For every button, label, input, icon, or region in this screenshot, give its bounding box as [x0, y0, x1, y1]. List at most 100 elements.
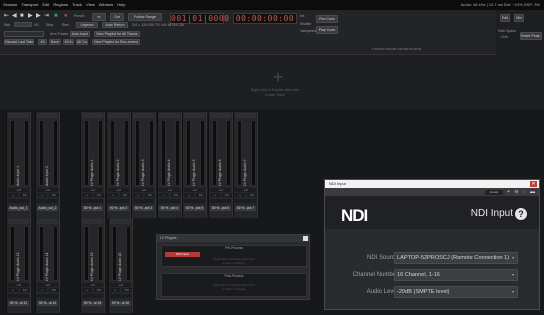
add-plugin-button[interactable]: + — [184, 193, 194, 197]
follow-range-button[interactable]: Follow Range — [128, 13, 162, 21]
channel-number-select[interactable]: 16 Channel, 1-16 ▾ — [394, 269, 518, 281]
pan-control[interactable] — [82, 294, 103, 298]
add-plugin-button[interactable]: + — [82, 288, 92, 292]
arm-none-button[interactable]: None — [49, 39, 61, 45]
fast-forward-icon[interactable]: ▶ — [36, 13, 42, 19]
mini-timeline[interactable]: 1:00:000 2:00:000 3:00:000 00:00:00 — [372, 47, 496, 53]
add-plugin-button[interactable]: + — [159, 193, 169, 197]
fx-button[interactable]: FX — [196, 193, 206, 197]
goto-start-icon[interactable]: ⇤ — [4, 13, 10, 19]
fx-button[interactable]: FX — [49, 288, 59, 292]
menu-regions[interactable]: Regions — [53, 2, 68, 7]
fx-button[interactable]: FX — [94, 193, 104, 197]
ndi-close-icon[interactable]: ✕ — [530, 181, 537, 187]
new-playlist-rec-button[interactable]: New Playlist for Rec-armed — [92, 39, 140, 45]
pan-control[interactable] — [8, 294, 29, 298]
punch-in-button[interactable]: In — [92, 13, 106, 21]
menu-session[interactable]: Session — [3, 2, 17, 7]
post-process-section[interactable]: Post-Process Right click or Double-click… — [161, 273, 307, 297]
menu-edit[interactable]: Edit — [42, 2, 49, 7]
editor-button[interactable]: Edit — [500, 14, 510, 22]
fx-button[interactable]: FX — [20, 288, 30, 292]
add-plugin-button[interactable]: + — [133, 193, 143, 197]
record-icon[interactable]: ● — [64, 13, 70, 19]
fx-button[interactable]: FX — [94, 288, 104, 292]
rec-cues-button[interactable]: Rec Cues — [316, 15, 338, 23]
add-plugin-button[interactable]: + — [37, 193, 47, 197]
save-preset-icon[interactable]: ▬ — [530, 190, 535, 195]
all-in-button[interactable]: All In — [63, 39, 74, 45]
output-button[interactable]: 50 %...put 6 — [210, 206, 231, 211]
pan-control[interactable] — [37, 199, 58, 203]
menu-view[interactable]: View — [86, 2, 95, 7]
fx-button[interactable]: FX — [171, 193, 181, 197]
secondary-clock[interactable]: 00:00:00:00 — [233, 13, 297, 24]
goto-end-icon[interactable]: ⇥ — [44, 13, 50, 19]
layered-button[interactable]: Layered — [76, 22, 98, 28]
menu-help[interactable]: Help — [117, 2, 125, 7]
output-button[interactable]: Audio_out_2 — [37, 206, 58, 211]
output-button[interactable]: 50 %...ut 15 — [82, 301, 103, 306]
add-plugin-button[interactable]: + — [210, 193, 220, 197]
output-button[interactable]: 50 %...put 2 — [108, 206, 129, 211]
fx-button[interactable]: FX — [247, 193, 257, 197]
menu-window[interactable]: Window — [99, 2, 113, 7]
add-plugin-button[interactable]: + — [82, 193, 92, 197]
fx-button[interactable]: FX — [122, 288, 132, 292]
output-button[interactable]: Audio_out_1 — [8, 206, 29, 211]
punch-out-button[interactable]: Out — [110, 13, 124, 21]
add-plugin-button[interactable]: + — [110, 288, 120, 292]
play-icon[interactable]: ▶ — [28, 13, 34, 19]
pan-control[interactable] — [235, 199, 256, 203]
add-plugin-button[interactable]: + — [235, 193, 245, 197]
fx-button[interactable]: FX — [120, 193, 130, 197]
help-icon[interactable]: ? — [515, 208, 527, 220]
mixer-button[interactable]: Mix — [514, 14, 524, 22]
meter-tempo-line[interactable]: 1/4 = 120.000 TS: 4/4 INT/M-Clk — [132, 23, 184, 27]
stop-icon[interactable]: ■ — [20, 13, 26, 19]
discard-last-take-button[interactable]: Discard Last Take — [4, 39, 34, 45]
fx-button[interactable]: FX — [20, 193, 30, 197]
shuttle-speed[interactable] — [4, 31, 44, 37]
pan-control[interactable] — [110, 294, 131, 298]
add-plugin-button[interactable]: + — [108, 193, 118, 197]
auto-input-button[interactable]: Auto Input — [70, 31, 90, 37]
ndi-preset-selector[interactable]: (none) — [485, 190, 503, 195]
pan-control[interactable] — [210, 199, 231, 203]
pan-control[interactable] — [133, 199, 154, 203]
loop-icon[interactable]: ■ — [54, 13, 60, 19]
audio-level-select[interactable]: -20dB (SMPTE level) ▾ — [394, 286, 518, 298]
auto-return-button[interactable]: Auto Return — [102, 22, 128, 28]
pan-control[interactable] — [8, 199, 29, 203]
add-plugin-button[interactable]: + — [8, 193, 18, 197]
pan-control[interactable] — [82, 199, 103, 203]
add-preset-icon[interactable]: + — [506, 190, 511, 195]
shuttle-slider[interactable] — [14, 22, 32, 27]
output-button[interactable]: 50 %...put 3 — [133, 206, 154, 211]
output-button[interactable]: 50 %...put 4 — [159, 206, 180, 211]
pre-process-section[interactable]: Pre-Process NDI Input Right click or Dou… — [161, 245, 307, 267]
play-cues-button[interactable]: Play Cues — [316, 26, 338, 34]
menu-track[interactable]: Track — [72, 2, 82, 7]
pan-control[interactable] — [108, 199, 129, 203]
pan-control[interactable] — [37, 294, 58, 298]
add-plugin-button[interactable]: + — [37, 288, 47, 292]
output-button[interactable]: 50 %...ut 16 — [110, 301, 131, 306]
delete-preset-icon[interactable]: ⊖ — [514, 190, 519, 195]
fx-button[interactable]: FX — [49, 193, 59, 197]
pan-control[interactable] — [159, 199, 180, 203]
pan-control[interactable] — [184, 199, 205, 203]
lv-plugins-close-button[interactable] — [303, 236, 308, 241]
add-plugin-button[interactable]: + — [8, 288, 18, 292]
ndi-window-titlebar[interactable]: NDI Input — [325, 180, 539, 188]
fx-button[interactable]: FX — [145, 193, 155, 197]
ndi-source-select[interactable]: LAPTOP-52PROSCJ (Remote Connection 1) ▾ — [394, 252, 518, 264]
output-button[interactable]: 50 %...put 1 — [82, 206, 103, 211]
arm-all-button[interactable]: All — [38, 39, 47, 45]
output-button[interactable]: 50 %...ut 12 — [8, 301, 29, 306]
output-button[interactable]: 50 %...put 7 — [235, 206, 256, 211]
menu-transport[interactable]: Transport — [21, 2, 38, 7]
reset-preset-icon[interactable]: ◌ — [522, 190, 527, 195]
rewind-icon[interactable]: ◀ — [12, 13, 18, 19]
new-playlist-all-button[interactable]: New Playlist for All Tracks — [94, 31, 140, 37]
